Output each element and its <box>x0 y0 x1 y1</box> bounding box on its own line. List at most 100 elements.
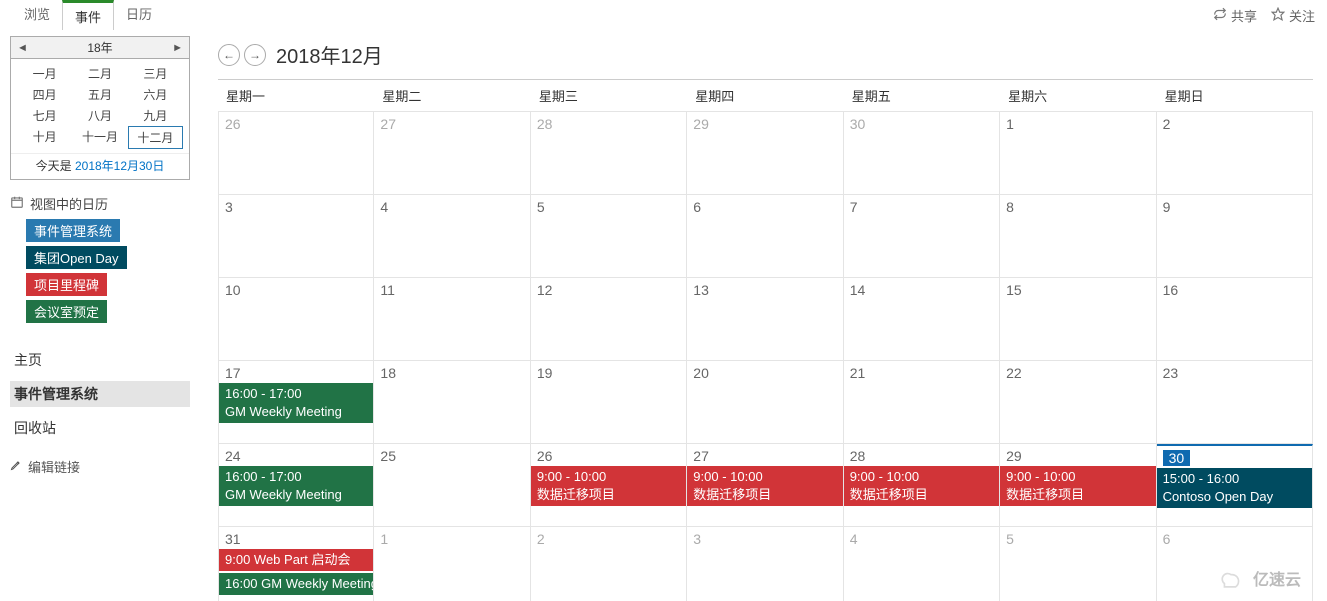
cell-w5-d6[interactable]: 6 <box>1157 527 1313 601</box>
cell-w1-d3[interactable]: 6 <box>687 195 843 277</box>
cell-w3-d1[interactable]: 18 <box>374 361 530 443</box>
dp-month-6[interactable]: 六月 <box>128 84 183 105</box>
day-number: 22 <box>1006 365 1149 381</box>
edit-links-label: 编辑链接 <box>28 457 80 476</box>
cell-w2-d1[interactable]: 11 <box>374 278 530 360</box>
tab-browse[interactable]: 浏览 <box>12 0 62 30</box>
dp-month-12[interactable]: 十二月 <box>128 126 183 149</box>
event-title: 数据迁移项目 <box>1006 487 1084 502</box>
event[interactable]: 9:00 - 10:00数据迁移项目 <box>1000 466 1155 506</box>
day-number: 26 <box>225 116 367 132</box>
cell-w3-d3[interactable]: 20 <box>687 361 843 443</box>
dp-month-1[interactable]: 一月 <box>17 63 72 84</box>
cell-w3-d2[interactable]: 19 <box>531 361 687 443</box>
cell-w0-d3[interactable]: 29 <box>687 112 843 194</box>
day-number: 23 <box>1163 365 1306 381</box>
edit-links-button[interactable]: 编辑链接 <box>10 457 190 476</box>
cell-w1-d4[interactable]: 7 <box>844 195 1000 277</box>
event[interactable]: 16:00 - 17:00GM Weekly Meeting <box>219 466 373 506</box>
cell-w3-d6[interactable]: 23 <box>1157 361 1313 443</box>
cell-w3-d0[interactable]: 1716:00 - 17:00GM Weekly Meeting <box>218 361 374 443</box>
tab-calendar[interactable]: 日历 <box>114 0 164 30</box>
dp-month-3[interactable]: 三月 <box>128 63 183 84</box>
nav-recycle-bin[interactable]: 回收站 <box>10 415 190 441</box>
prev-year-button[interactable]: ◄ <box>17 42 28 54</box>
cell-w5-d2[interactable]: 2 <box>531 527 687 601</box>
cell-w1-d1[interactable]: 4 <box>374 195 530 277</box>
cell-w5-d5[interactable]: 5 <box>1000 527 1156 601</box>
cell-w1-d0[interactable]: 3 <box>218 195 374 277</box>
dp-month-11[interactable]: 十一月 <box>72 126 127 149</box>
cell-w3-d5[interactable]: 22 <box>1000 361 1156 443</box>
dp-month-4[interactable]: 四月 <box>17 84 72 105</box>
cell-w4-d6[interactable]: 3015:00 - 16:00Contoso Open Day <box>1157 444 1313 526</box>
day-number: 2 <box>1163 116 1306 132</box>
cell-w4-d5[interactable]: 299:00 - 10:00数据迁移项目 <box>1000 444 1156 526</box>
cell-w0-d6[interactable]: 2 <box>1157 112 1313 194</box>
day-number: 21 <box>850 365 993 381</box>
dp-month-5[interactable]: 五月 <box>72 84 127 105</box>
calendar-chip-1[interactable]: 集团Open Day <box>26 246 127 269</box>
next-year-button[interactable]: ► <box>172 42 183 54</box>
cell-w5-d3[interactable]: 3 <box>687 527 843 601</box>
tab-event[interactable]: 事件 <box>62 0 114 30</box>
day-number: 5 <box>537 199 680 215</box>
cell-w0-d1[interactable]: 27 <box>374 112 530 194</box>
cell-w2-d2[interactable]: 12 <box>531 278 687 360</box>
day-number: 11 <box>380 282 523 298</box>
share-label: 共享 <box>1231 6 1257 25</box>
event[interactable]: 9:00 - 10:00数据迁移项目 <box>687 466 842 506</box>
event[interactable]: 9:00 - 10:00数据迁移项目 <box>844 466 999 506</box>
calendar-chip-3[interactable]: 会议室预定 <box>26 300 107 323</box>
cell-w5-d1[interactable]: 1 <box>374 527 530 601</box>
nav-events-system[interactable]: 事件管理系统 <box>10 381 190 407</box>
cell-w0-d2[interactable]: 28 <box>531 112 687 194</box>
cell-w2-d5[interactable]: 15 <box>1000 278 1156 360</box>
cell-w4-d0[interactable]: 2416:00 - 17:00GM Weekly Meeting <box>218 444 374 526</box>
cell-w2-d3[interactable]: 13 <box>687 278 843 360</box>
cell-w5-d0[interactable]: 319:00 Web Part 启动会16:00 GM Weekly Meeti… <box>218 527 374 601</box>
next-month-button[interactable]: → <box>244 44 266 66</box>
cell-w2-d0[interactable]: 10 <box>218 278 374 360</box>
today-link[interactable]: 2018年12月30日 <box>75 159 164 173</box>
day-number: 16 <box>1163 282 1306 298</box>
day-number: 7 <box>850 199 993 215</box>
event[interactable]: 9:00 Web Part 启动会 <box>219 549 373 571</box>
dp-month-7[interactable]: 七月 <box>17 105 72 126</box>
event[interactable]: 16:00 GM Weekly Meeting <box>219 573 373 595</box>
share-button[interactable]: 共享 <box>1213 6 1257 25</box>
cell-w1-d6[interactable]: 9 <box>1157 195 1313 277</box>
dp-month-8[interactable]: 八月 <box>72 105 127 126</box>
calendar-chip-0[interactable]: 事件管理系统 <box>26 219 120 242</box>
day-number: 28 <box>850 448 993 464</box>
dayhead-2: 星期三 <box>531 80 687 111</box>
follow-button[interactable]: 关注 <box>1271 6 1315 25</box>
cell-w4-d4[interactable]: 28 9:00 - 10:00数据迁移项目 <box>844 444 1000 526</box>
calendar-chip-2[interactable]: 项目里程碑 <box>26 273 107 296</box>
cell-w0-d4[interactable]: 30 <box>844 112 1000 194</box>
cell-w5-d4[interactable]: 4 <box>844 527 1000 601</box>
cell-w2-d4[interactable]: 14 <box>844 278 1000 360</box>
event[interactable]: 16:00 - 17:00GM Weekly Meeting <box>219 383 373 423</box>
cell-w1-d2[interactable]: 5 <box>531 195 687 277</box>
dp-month-2[interactable]: 二月 <box>72 63 127 84</box>
dp-month-10[interactable]: 十月 <box>17 126 72 149</box>
event[interactable]: 9:00 - 10:00数据迁移项目 <box>531 466 686 506</box>
cell-w2-d6[interactable]: 16 <box>1157 278 1313 360</box>
cell-w4-d3[interactable]: 279:00 - 10:00数据迁移项目 <box>687 444 843 526</box>
cell-w0-d5[interactable]: 1 <box>1000 112 1156 194</box>
day-number: 12 <box>537 282 680 298</box>
day-number: 18 <box>380 365 523 381</box>
cell-w3-d4[interactable]: 21 <box>844 361 1000 443</box>
prev-month-button[interactable]: ← <box>218 44 240 66</box>
cell-w0-d0[interactable]: 26 <box>218 112 374 194</box>
event-title: GM Weekly Meeting <box>225 487 342 502</box>
day-number: 13 <box>693 282 836 298</box>
cell-w1-d5[interactable]: 8 <box>1000 195 1156 277</box>
nav-home[interactable]: 主页 <box>10 347 190 373</box>
dp-month-9[interactable]: 九月 <box>128 105 183 126</box>
cell-w4-d1[interactable]: 25 <box>374 444 530 526</box>
day-number: 9 <box>1163 199 1306 215</box>
cell-w4-d2[interactable]: 269:00 - 10:00数据迁移项目 <box>531 444 687 526</box>
event[interactable]: 15:00 - 16:00Contoso Open Day <box>1157 468 1312 508</box>
